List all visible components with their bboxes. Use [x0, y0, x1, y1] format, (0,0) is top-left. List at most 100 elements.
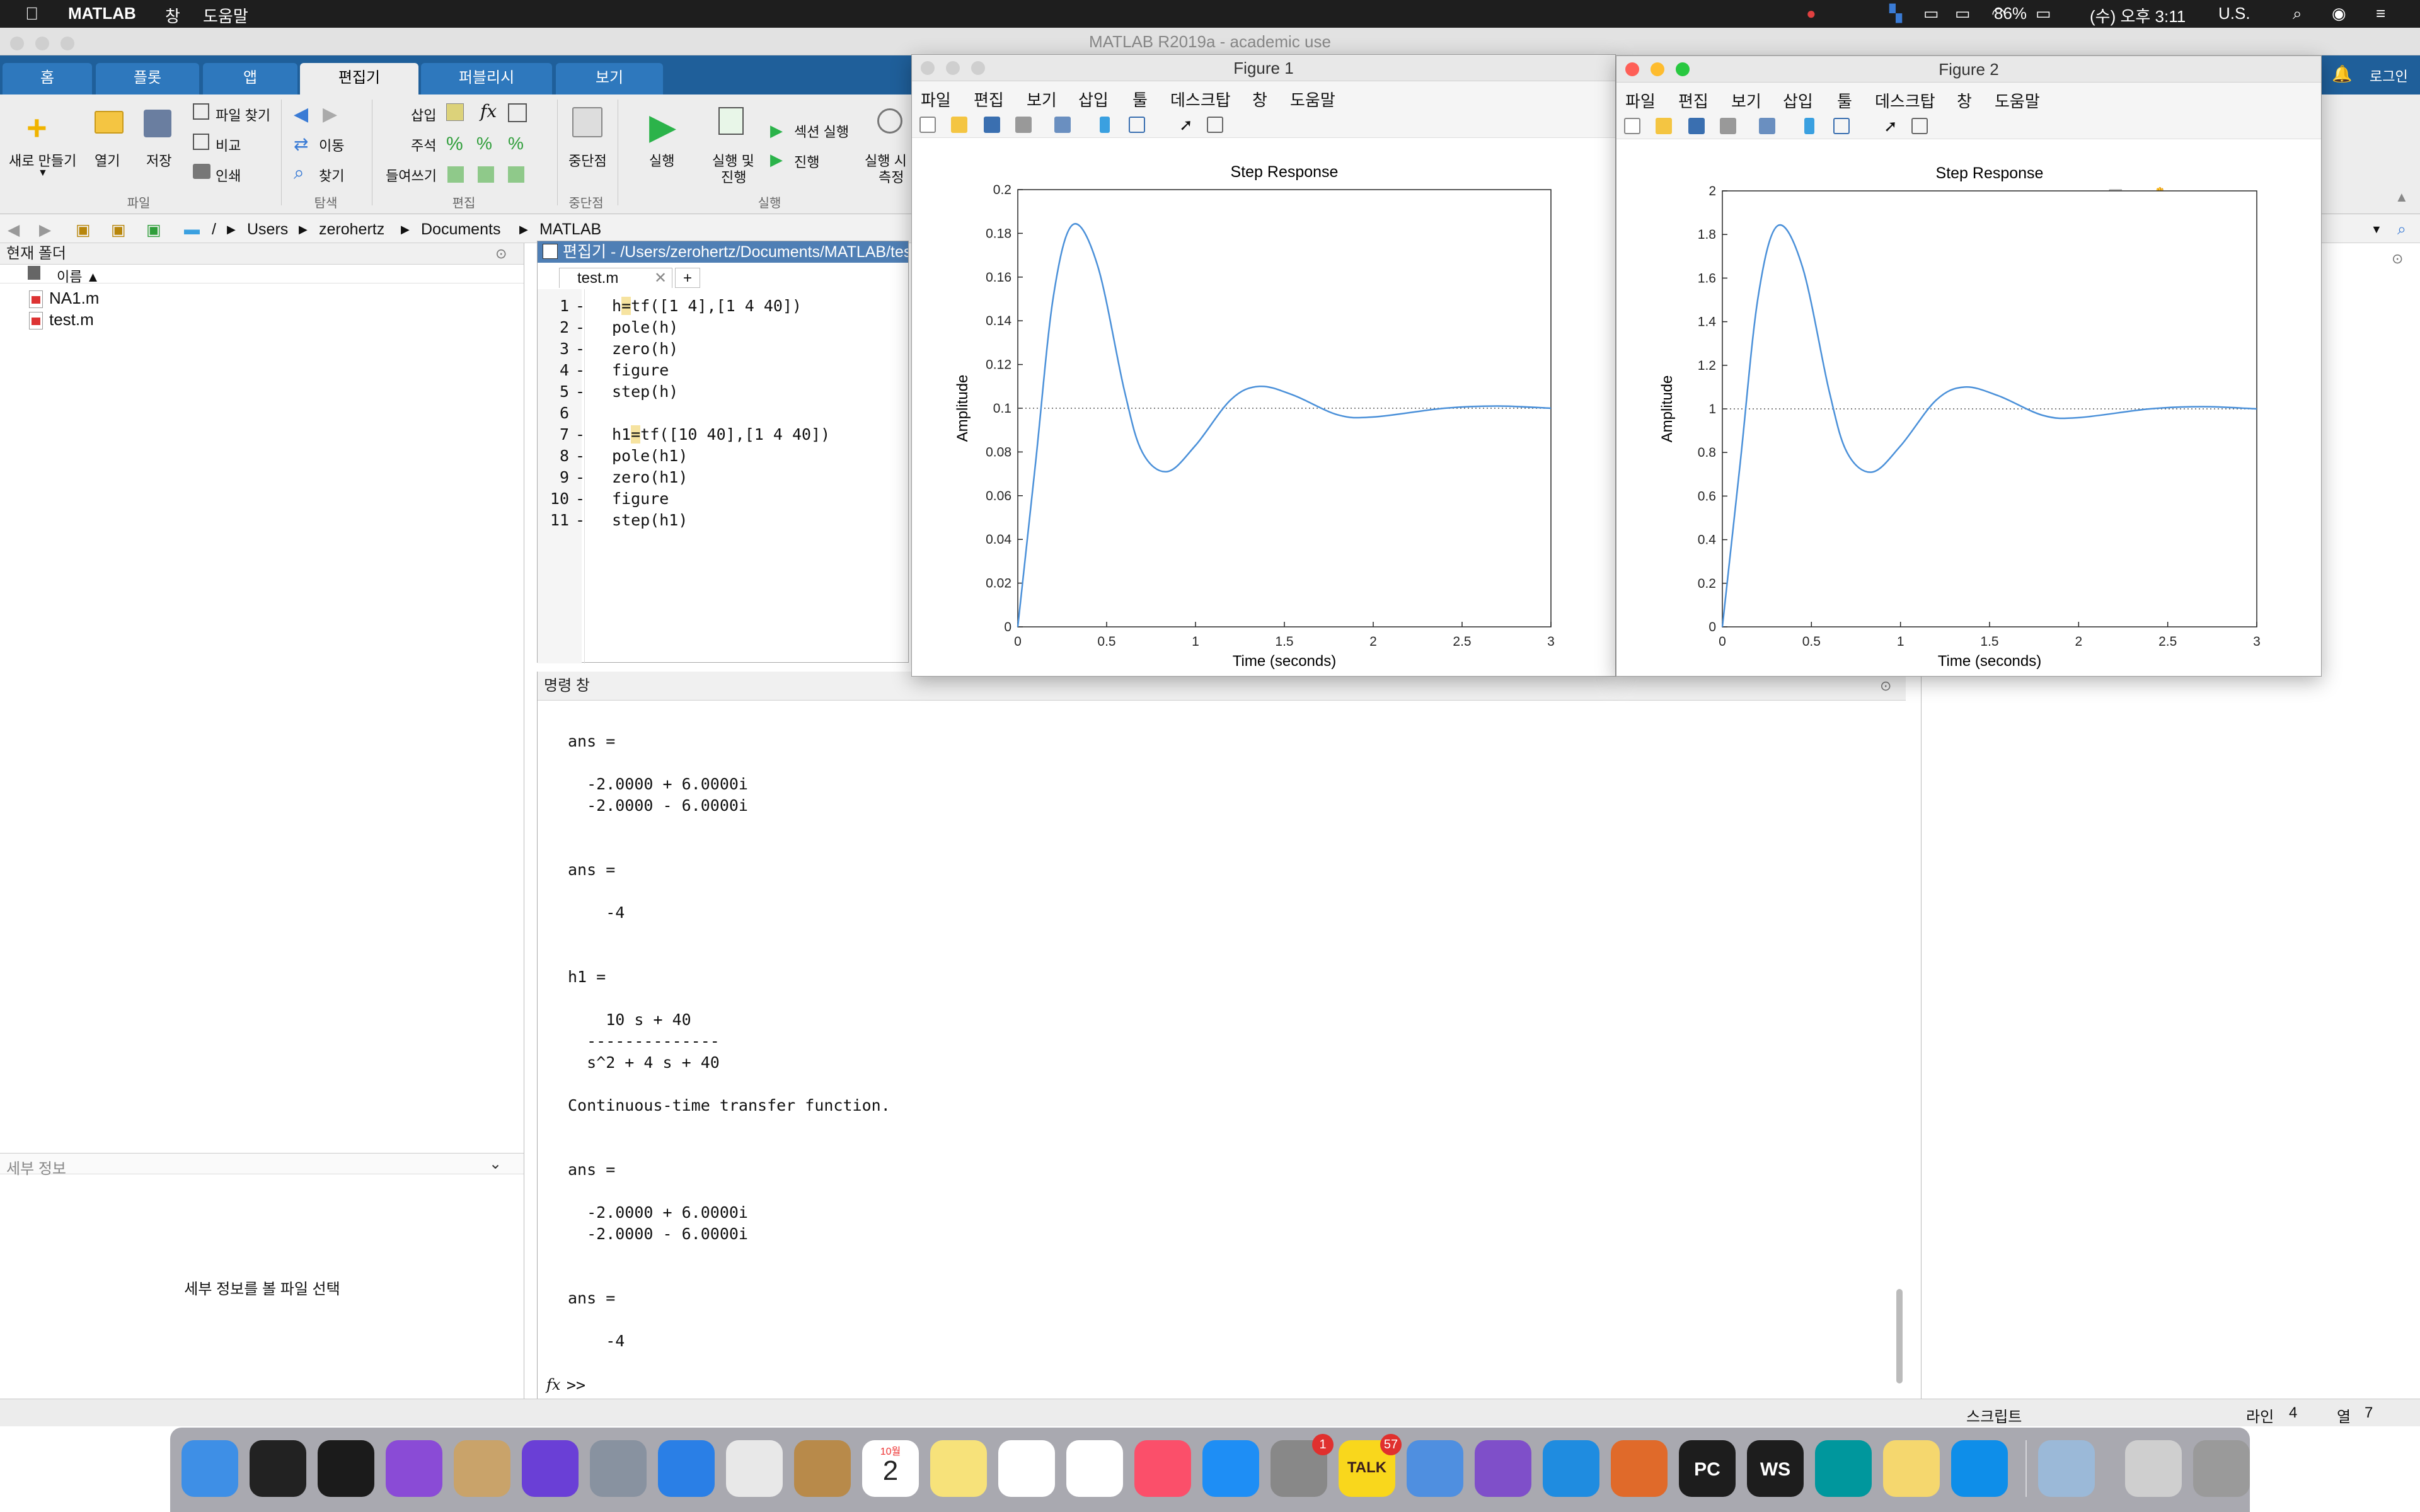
advance-icon[interactable]: ▶ — [770, 150, 783, 169]
new-tab-button[interactable]: + — [675, 268, 700, 288]
close-tab-icon[interactable]: ✕ — [654, 268, 667, 289]
name-column-header[interactable]: 이름 ▲ — [57, 266, 100, 286]
teamviewer-icon[interactable] — [1951, 1440, 2008, 1497]
print-figure-icon[interactable] — [1015, 117, 1032, 133]
notification-bell-icon[interactable]: 🔔 — [2332, 64, 2352, 84]
app-store-icon[interactable] — [1202, 1440, 1259, 1497]
airplay-icon[interactable]: ▭ — [1955, 4, 1971, 23]
forward-arrow-icon[interactable]: ▶ — [323, 103, 337, 125]
chrome-icon[interactable] — [726, 1440, 783, 1497]
stickies-icon[interactable] — [1883, 1440, 1940, 1497]
collapse-ribbon-icon[interactable]: ▲ — [2395, 189, 2409, 205]
figure-1-plot[interactable]: Step Response Time (seconds) Amplitude 0 0.5… — [912, 138, 1615, 676]
minimize-window-icon[interactable] — [35, 37, 49, 50]
close-window-icon[interactable] — [10, 37, 24, 50]
spotlight-icon[interactable]: ⌕ — [2293, 4, 2302, 24]
tab-editor[interactable]: 편집기 — [300, 63, 418, 94]
safari-icon[interactable] — [658, 1440, 715, 1497]
zoom-window-icon[interactable] — [60, 37, 74, 50]
edit-plot-cursor-icon[interactable]: ➚ — [1179, 115, 1193, 135]
decrease-indent-icon[interactable] — [508, 166, 524, 183]
open-file-icon[interactable] — [951, 117, 967, 133]
display-icon[interactable]: ▭ — [1923, 4, 1939, 23]
garageband-icon[interactable] — [454, 1440, 510, 1497]
zoom-window-icon[interactable] — [1676, 62, 1690, 76]
new-figure-icon[interactable] — [1624, 118, 1640, 134]
tab-publish[interactable]: 퍼블리시 — [421, 63, 552, 94]
compare-button[interactable]: 비교 — [216, 135, 241, 155]
input-source[interactable]: U.S. — [2218, 4, 2250, 23]
code-line[interactable]: step(h1) — [612, 511, 688, 529]
colorbar-icon[interactable] — [1804, 118, 1814, 134]
vscode-icon[interactable] — [1543, 1440, 1599, 1497]
fig-menu-insert[interactable]: 삽입 — [1078, 88, 1109, 111]
link-plot-icon[interactable] — [1759, 118, 1775, 134]
screen-record-icon[interactable]: ● — [1806, 4, 1816, 23]
fig-menu-desktop[interactable]: 데스크탑 — [1875, 89, 1935, 112]
minimize-window-icon[interactable] — [1651, 62, 1664, 76]
breakpoint-marker[interactable]: - — [575, 382, 585, 401]
smart-indent-icon[interactable] — [447, 166, 464, 183]
menu-window[interactable]: 창 — [165, 4, 180, 27]
menu-app-name[interactable]: MATLAB — [68, 4, 136, 23]
forward-icon[interactable]: ▶ — [39, 220, 51, 239]
fig-menu-tools[interactable]: 툴 — [1132, 88, 1148, 111]
command-scrollbar[interactable] — [1896, 1289, 1903, 1383]
reminders-icon[interactable] — [998, 1440, 1055, 1497]
property-inspector-icon[interactable] — [1911, 118, 1928, 134]
back-arrow-icon[interactable]: ◀ — [294, 103, 308, 125]
breakpoint-marker[interactable]: - — [575, 490, 585, 508]
trash-icon[interactable] — [2193, 1440, 2250, 1497]
search-folder-icon[interactable]: ⌕ — [2397, 220, 2406, 239]
breakpoint-marker[interactable]: - — [575, 318, 585, 336]
preview-photos-icon[interactable] — [2038, 1440, 2095, 1497]
insert-section-icon[interactable] — [446, 103, 464, 121]
link-plot-icon[interactable] — [1054, 117, 1071, 133]
fig-menu-desktop[interactable]: 데스크탑 — [1170, 88, 1231, 111]
code-line[interactable]: figure — [612, 490, 669, 508]
finder-icon[interactable] — [182, 1440, 238, 1497]
fig-menu-edit[interactable]: 편집 — [974, 88, 1004, 111]
fig-menu-help[interactable]: 도움말 — [1995, 89, 2040, 112]
path-root[interactable]: / — [212, 220, 216, 239]
breakpoint-marker[interactable]: - — [575, 447, 585, 465]
breakpoints-icon[interactable] — [572, 107, 602, 137]
print-button[interactable]: 인쇄 — [216, 165, 241, 185]
fig-menu-file[interactable]: 파일 — [921, 88, 951, 111]
edit-plot-cursor-icon[interactable]: ➚ — [1884, 117, 1898, 136]
close-window-icon[interactable] — [1625, 62, 1639, 76]
legend-icon[interactable] — [1129, 117, 1145, 133]
open-button-label[interactable]: 열기 — [95, 150, 120, 170]
spaces-icon[interactable]: ▚ — [1889, 4, 1902, 23]
find-icon[interactable]: ⌕ — [294, 163, 304, 184]
tab-view[interactable]: 보기 — [556, 63, 663, 94]
fig-menu-view[interactable]: 보기 — [1027, 88, 1057, 111]
path-matlab[interactable]: MATLAB — [539, 220, 601, 239]
figure-2-plot[interactable]: Step Response Time (seconds) Amplitude 0 0.5… — [1616, 139, 2321, 676]
code-line[interactable]: pole(h) — [612, 318, 678, 336]
details-header[interactable]: 세부 정보 ⌄ — [0, 1153, 524, 1177]
file-item[interactable]: test.m — [29, 310, 94, 330]
breakpoint-marker[interactable]: - — [575, 425, 585, 444]
terminal-icon[interactable] — [250, 1440, 306, 1497]
goto-icon[interactable]: ⇄ — [294, 134, 308, 154]
fig-menu-edit[interactable]: 편집 — [1678, 89, 1708, 112]
details-chevron-icon[interactable]: ⌄ — [489, 1155, 502, 1173]
notes-icon[interactable] — [930, 1440, 987, 1497]
command-window-options-icon[interactable]: ⊙ — [1880, 678, 1891, 694]
code-line[interactable]: step(h) — [612, 382, 678, 401]
goto-button[interactable]: 이동 — [319, 135, 344, 155]
code-line[interactable]: figure — [612, 361, 669, 379]
breakpoint-marker[interactable]: - — [575, 361, 585, 379]
save-figure-icon[interactable] — [1688, 118, 1705, 134]
print-icon[interactable] — [193, 164, 210, 179]
percent-comment-icon[interactable]: % — [446, 134, 463, 155]
visual-studio-icon[interactable] — [1475, 1440, 1531, 1497]
new-figure-icon[interactable] — [919, 117, 936, 133]
code-line[interactable]: h1=tf([10 40],[1 4 40]) — [612, 425, 830, 444]
preview-icon[interactable] — [794, 1440, 851, 1497]
fig-menu-help[interactable]: 도움말 — [1290, 88, 1335, 111]
code-line[interactable]: zero(h1) — [612, 468, 688, 486]
code-line[interactable]: zero(h) — [612, 340, 678, 358]
find-button[interactable]: 찾기 — [319, 165, 344, 185]
